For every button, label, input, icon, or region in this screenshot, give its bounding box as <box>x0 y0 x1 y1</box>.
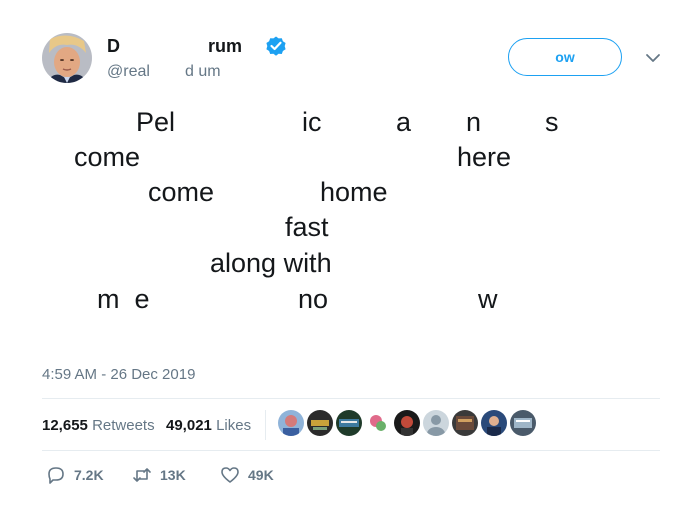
reply-icon <box>48 467 64 484</box>
retweets-label: Retweets <box>92 417 155 434</box>
tweet-card: D rum @real d um ow Pel ic a n s come he… <box>0 0 700 515</box>
liker-avatar[interactable] <box>452 410 478 436</box>
likes-stat[interactable]: 49,021 Likes <box>166 417 251 434</box>
reply-count: 7.2K <box>74 467 104 483</box>
tweet-text-fragment: come <box>74 142 141 172</box>
verified-badge-icon <box>266 36 286 56</box>
author-handle[interactable]: d um <box>185 63 221 81</box>
retweet-icon <box>133 468 151 482</box>
retweet-button[interactable]: 13K <box>132 465 186 485</box>
divider <box>42 398 660 399</box>
author-name[interactable]: rum <box>208 36 242 57</box>
liker-avatars <box>278 410 536 438</box>
liker-avatar[interactable] <box>510 410 536 436</box>
heart-icon <box>221 467 239 483</box>
like-button[interactable]: 49K <box>220 465 274 485</box>
retweets-count: 12,655 <box>42 417 88 434</box>
divider <box>42 450 660 451</box>
retweets-stat[interactable]: 12,655 Retweets <box>42 417 155 434</box>
chevron-down-icon[interactable] <box>645 52 661 64</box>
author-avatar[interactable] <box>42 33 92 83</box>
retweet-count: 13K <box>160 467 186 483</box>
tweet-timestamp[interactable]: 4:59 AM - 26 Dec 2019 <box>42 366 195 383</box>
stats-divider <box>265 410 266 440</box>
liker-avatar[interactable] <box>423 410 449 436</box>
tweet-text-fragment: a <box>396 107 412 137</box>
likes-label: Likes <box>216 417 252 434</box>
tweet-text-fragment: w <box>478 284 498 314</box>
liker-avatar[interactable] <box>278 410 304 436</box>
likes-count: 49,021 <box>166 417 212 434</box>
liker-avatar[interactable] <box>481 410 507 436</box>
tweet-text-fragment: m e <box>97 284 150 314</box>
tweet-text-fragment: no <box>298 284 329 314</box>
tweet-text-fragment: here <box>457 142 512 172</box>
liker-avatar[interactable] <box>307 410 333 436</box>
like-count: 49K <box>248 467 274 483</box>
author-name[interactable]: D <box>107 36 120 57</box>
tweet-text-fragment: fast <box>285 212 329 242</box>
liker-avatar[interactable] <box>394 410 420 436</box>
tweet-text-fragment: home <box>320 177 388 207</box>
liker-avatar[interactable] <box>336 410 362 436</box>
follow-button[interactable]: ow <box>508 38 622 76</box>
tweet-text-fragment: s <box>545 107 559 137</box>
tweet-text-fragment: Pel <box>136 107 176 137</box>
tweet-text-fragment: along with <box>210 248 332 278</box>
tweet-text-fragment: n <box>466 107 482 137</box>
reply-button[interactable]: 7.2K <box>46 465 104 485</box>
tweet-text-fragment: come <box>148 177 215 207</box>
liker-avatar[interactable] <box>365 410 391 436</box>
author-handle[interactable]: @real <box>107 63 150 81</box>
tweet-text-fragment: ic <box>302 107 322 137</box>
